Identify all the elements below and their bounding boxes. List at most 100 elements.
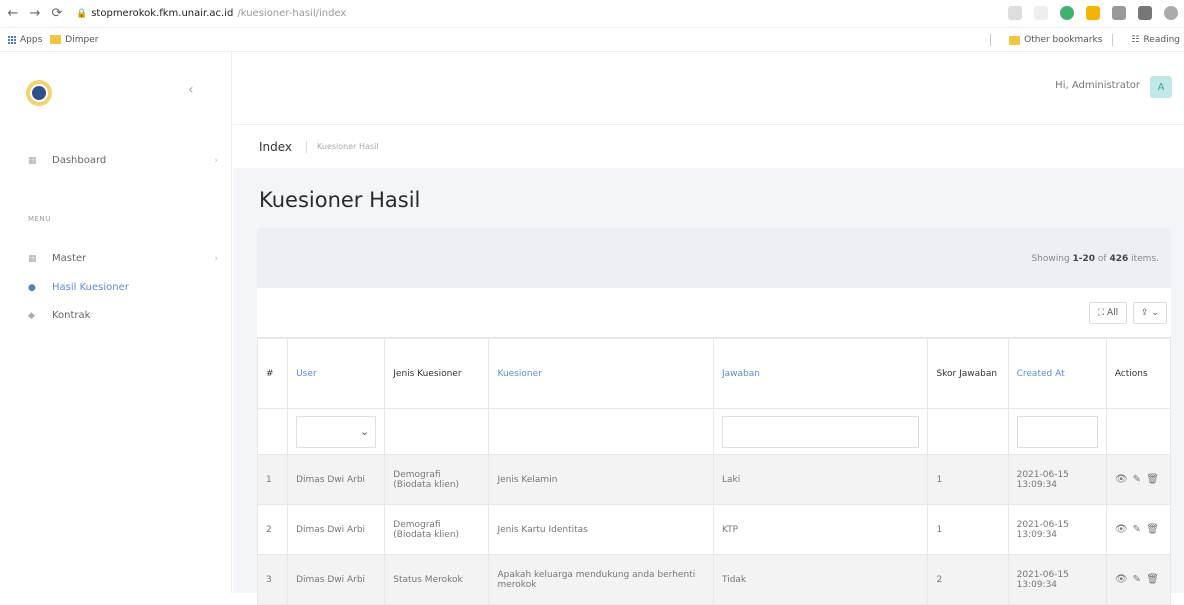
apps-grid-icon <box>8 35 16 44</box>
cell-jawaban: KTP <box>712 504 929 555</box>
column-header-user[interactable]: User <box>287 338 386 409</box>
reload-icon[interactable]: ⟳ <box>48 6 66 21</box>
extension-icon[interactable] <box>1060 6 1074 20</box>
cell-jenis: Demografi (Biodata klien) <box>384 504 490 555</box>
summary-text: items. <box>1128 254 1159 264</box>
cell-kuesioner: Apakah keluarga mendukung anda berhenti … <box>488 554 714 605</box>
table-row: 3 Dimas Dwi Arbi Status Merokok Apakah k… <box>256 554 1172 605</box>
lock-icon: 🔒 <box>76 8 88 19</box>
folder-icon <box>1009 35 1021 45</box>
sidebar-item-dashboard[interactable]: ▦ Dashboard › <box>28 155 218 166</box>
bookmark-label: Dimper <box>65 34 99 45</box>
filter-cell <box>1105 408 1172 455</box>
summary-bar: Showing 1-20 of 426 items. <box>257 228 1171 288</box>
bookmark-label: Other bookmarks <box>1024 35 1103 45</box>
profile-icon[interactable] <box>1164 6 1178 20</box>
cell-kuesioner: Jenis Kartu Identitas <box>488 504 714 555</box>
address-bar[interactable]: 🔒 stopmerokok.fkm.unair.ac.id/kuesioner-… <box>76 8 346 19</box>
sidebar-item-kontrak[interactable]: ◆ Kontrak <box>28 310 218 321</box>
row-actions[interactable]: 👁 ✎ 🗑 <box>1105 454 1172 505</box>
main-content: Kuesioner Hasil Showing 1-20 of 426 item… <box>233 168 1184 605</box>
logo[interactable] <box>26 80 52 106</box>
jawaban-filter-input[interactable] <box>721 415 920 448</box>
cell-no: 3 <box>256 554 289 605</box>
url-path: /kuesioner-hasil/index <box>237 8 347 19</box>
column-header-no: # <box>256 338 289 409</box>
cell-user: Dimas Dwi Arbi <box>287 554 386 605</box>
sidebar-item-label: Kontrak <box>52 310 91 321</box>
user-filter-select[interactable] <box>296 415 377 448</box>
row-actions[interactable]: 👁 ✎ 🗑 <box>1105 504 1172 555</box>
summary-text: Showing <box>1031 254 1073 264</box>
filter-cell <box>256 408 289 455</box>
forward-icon[interactable]: → <box>26 6 44 21</box>
filter-cell <box>287 408 386 455</box>
cell-no: 2 <box>256 504 289 555</box>
column-header-jawaban[interactable]: Jawaban <box>712 338 929 409</box>
data-table: # User Jenis Kuesioner Kuesioner Jawaban… <box>256 338 1172 605</box>
column-header-created[interactable]: Created At <box>1007 338 1107 409</box>
export-button[interactable]: ⇪ ⌄ <box>1133 302 1167 324</box>
bookmark-apps[interactable]: Apps <box>8 35 42 45</box>
column-header-actions: Actions <box>1105 338 1172 409</box>
cell-kuesioner: Jenis Kelamin <box>488 454 714 505</box>
cell-created: 2021-06-15 13:09:34 <box>1007 504 1107 555</box>
show-all-button[interactable]: ⛶ All <box>1089 302 1127 324</box>
sidebar-item-hasil-kuesioner[interactable]: ● Hasil Kuesioner <box>28 282 218 293</box>
export-icon: ⇪ ⌄ <box>1141 308 1159 318</box>
bookmark-other[interactable]: Other bookmarks <box>1009 35 1102 45</box>
pagination-summary: Showing 1-20 of 426 items. <box>1031 254 1159 264</box>
sidebar-item-label: Dashboard <box>52 155 107 166</box>
collapse-sidebar-icon[interactable]: ‹ <box>188 82 194 98</box>
chevron-right-icon: › <box>214 253 218 264</box>
extension-icon[interactable] <box>1008 6 1022 20</box>
summary-range: 1-20 <box>1072 254 1096 264</box>
puzzle-icon[interactable] <box>1138 6 1152 20</box>
cell-user: Dimas Dwi Arbi <box>287 454 386 505</box>
dashboard-icon: ▦ <box>28 155 37 166</box>
cell-skor: 1 <box>927 454 1009 505</box>
filter-cell <box>712 408 929 455</box>
breadcrumb: Index Kuesioner Hasil <box>233 124 1184 168</box>
summary-text: of <box>1095 254 1110 264</box>
cell-skor: 1 <box>927 504 1009 555</box>
cell-jawaban: Laki <box>712 454 929 505</box>
user-greeting[interactable]: Hi, Administrator <box>1055 80 1140 91</box>
breadcrumb-title: Index <box>259 139 293 154</box>
cell-jenis: Demografi (Biodata klien) <box>384 454 490 505</box>
filter-cell <box>384 408 490 455</box>
filter-cell <box>488 408 714 455</box>
bookmarks-bar: Apps Dimper Other bookmarks ☷ Reading <box>0 28 1184 52</box>
circle-icon: ● <box>28 282 36 293</box>
breadcrumb-current: Kuesioner Hasil <box>317 142 379 151</box>
back-icon[interactable]: ← <box>4 6 22 21</box>
created-at-filter-input[interactable] <box>1016 415 1098 448</box>
cell-user: Dimas Dwi Arbi <box>287 504 386 555</box>
top-header: Hi, Administrator A <box>233 52 1184 124</box>
drive-icon[interactable] <box>1086 6 1100 20</box>
column-header-kuesioner[interactable]: Kuesioner <box>488 338 714 409</box>
extension-icon[interactable] <box>1112 6 1126 20</box>
expand-icon: ⛶ <box>1097 308 1105 318</box>
star-icon[interactable] <box>1034 6 1048 20</box>
bookmark-label: Apps <box>20 34 43 45</box>
divider <box>306 140 308 153</box>
page-title: Kuesioner Hasil <box>259 188 421 212</box>
bookmark-reading-list[interactable]: ☷ Reading <box>1131 35 1180 45</box>
sidebar-item-master[interactable]: ▦ Master › <box>28 253 218 264</box>
summary-total: 426 <box>1109 254 1129 264</box>
sidebar-item-label: Hasil Kuesioner <box>52 282 129 293</box>
table-row: 1 Dimas Dwi Arbi Demografi (Biodata klie… <box>256 454 1172 505</box>
browser-toolbar: ← → ⟳ 🔒 stopmerokok.fkm.unair.ac.id/kues… <box>0 0 1184 28</box>
row-actions[interactable]: 👁 ✎ 🗑 <box>1105 554 1172 605</box>
avatar[interactable]: A <box>1150 76 1172 98</box>
url-host: stopmerokok.fkm.unair.ac.id <box>91 8 234 19</box>
menu-section-label: MENU <box>28 215 51 223</box>
master-icon: ▦ <box>28 253 37 264</box>
bookmark-dimper[interactable]: Dimper <box>50 35 98 45</box>
cell-created: 2021-06-15 13:09:34 <box>1007 554 1107 605</box>
chevron-right-icon: › <box>214 155 218 166</box>
cell-jawaban: Tidak <box>712 554 929 605</box>
column-header-jenis: Jenis Kuesioner <box>384 338 490 409</box>
filter-row <box>256 408 1172 455</box>
